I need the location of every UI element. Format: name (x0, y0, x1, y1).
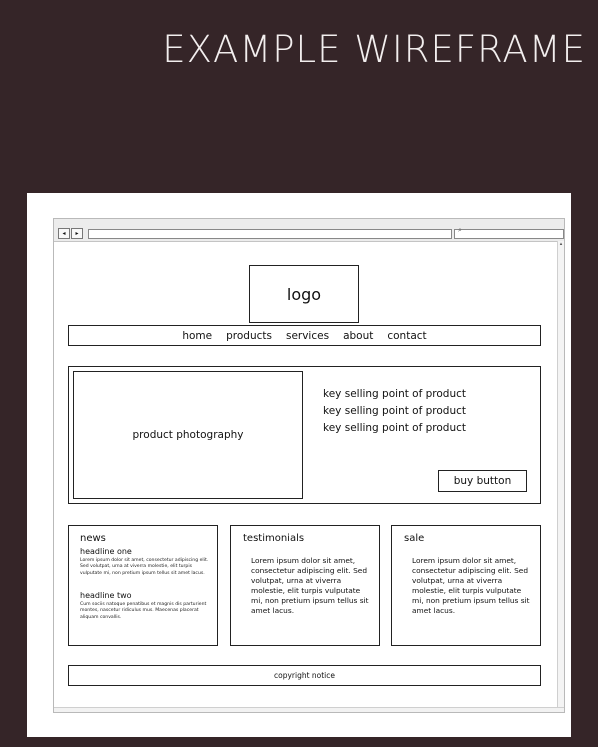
forward-icon[interactable]: ▸ (71, 228, 83, 239)
page-title: EXAMPLE WIREFRAME (162, 28, 586, 71)
testimonials-title: testimonials (243, 533, 305, 544)
sale-title: sale (404, 533, 425, 544)
product-photo-label: product photography (132, 429, 244, 441)
search-icon: ⌕ (458, 227, 462, 234)
news-panel: news headline one Lorem ipsum dolor sit … (68, 525, 218, 646)
nav-buttons: ◂ ▸ (58, 228, 84, 239)
main-navigation: home products services about contact (68, 325, 541, 346)
logo-label: logo (286, 284, 322, 304)
search-input[interactable]: ⌕ (454, 227, 564, 239)
testimonials-text: Lorem ipsum dolor sit amet, consectetur … (251, 556, 369, 615)
selling-point: key selling point of product (323, 405, 467, 417)
sale-panel: sale Lorem ipsum dolor sit amet, consect… (391, 525, 541, 646)
nav-item-products[interactable]: products (226, 330, 272, 342)
buy-button[interactable]: buy button (438, 470, 527, 492)
footer: copyright notice (68, 665, 541, 686)
headline-two[interactable]: headline two (80, 591, 132, 600)
selling-point: key selling point of product (323, 422, 467, 434)
selling-point: key selling point of product (323, 388, 467, 400)
sale-text: Lorem ipsum dolor sit amet, consectetur … (412, 556, 530, 615)
back-icon[interactable]: ◂ (58, 228, 70, 239)
testimonials-panel: testimonials Lorem ipsum dolor sit amet,… (230, 525, 380, 646)
buy-button-label: buy button (453, 475, 512, 487)
news-title: news (80, 533, 106, 544)
browser-window: ◂ ▸ ⌕ ▴ ▾ logo home products services ab… (53, 218, 565, 713)
headline-two-text: Cum sociis natoque penatibus et magnis d… (80, 602, 207, 620)
nav-item-services[interactable]: services (286, 330, 329, 342)
headline-one-text: Lorem ipsum dolor sit amet, consectetur … (80, 558, 209, 576)
headline-one[interactable]: headline one (80, 547, 132, 556)
hero-section: product photography key selling point of… (68, 366, 541, 504)
browser-toolbar: ◂ ▸ ⌕ (54, 219, 564, 242)
address-bar[interactable] (88, 229, 452, 239)
selling-points: key selling point of product key selling… (323, 386, 466, 437)
vertical-scrollbar[interactable]: ▴ ▾ (557, 241, 564, 712)
scroll-up-icon[interactable]: ▴ (558, 241, 564, 247)
product-photo-placeholder: product photography (73, 371, 303, 499)
logo-box[interactable]: logo (249, 265, 359, 323)
nav-item-about[interactable]: about (343, 330, 373, 342)
nav-item-contact[interactable]: contact (387, 330, 426, 342)
nav-item-home[interactable]: home (182, 330, 212, 342)
horizontal-scrollbar[interactable] (54, 707, 564, 712)
copyright-notice: copyright notice (273, 671, 336, 680)
